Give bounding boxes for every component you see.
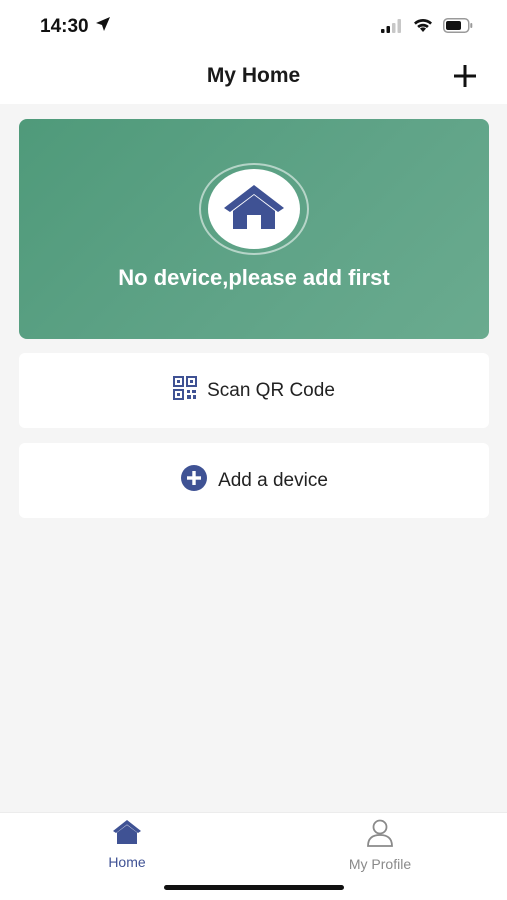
add-home-button[interactable]	[445, 58, 485, 98]
empty-state-message: No device,please add first	[118, 265, 390, 290]
tab-home-label: Home	[108, 854, 146, 870]
person-icon	[365, 819, 395, 852]
navigation-bar: My Home	[0, 56, 507, 104]
location-arrow-icon	[95, 16, 111, 38]
banner-icon-circle	[208, 169, 300, 249]
cellular-signal-icon	[381, 18, 403, 38]
status-time: 14:30	[40, 16, 89, 37]
wifi-icon	[413, 18, 433, 38]
page-title: My Home	[206, 64, 301, 87]
house-icon	[222, 183, 286, 236]
tab-home[interactable]: Home	[67, 819, 187, 875]
tab-my-profile-label: My Profile	[348, 856, 412, 872]
status-bar: 14:30	[0, 0, 507, 56]
house-icon	[112, 819, 142, 850]
battery-icon	[443, 18, 473, 38]
plus-circle-icon	[180, 464, 208, 497]
status-time-group: 14:30	[40, 16, 111, 38]
scan-qr-code-button[interactable]: Scan QR Code	[19, 353, 489, 428]
plus-icon	[453, 64, 477, 93]
empty-state-banner: No device,please add first	[19, 119, 489, 339]
scan-qr-code-label: Scan QR Code	[207, 379, 335, 401]
add-device-button[interactable]: Add a device	[19, 443, 489, 518]
tab-my-profile[interactable]: My Profile	[320, 819, 440, 875]
add-device-label: Add a device	[218, 469, 328, 491]
status-icons	[381, 18, 473, 38]
home-indicator	[164, 885, 344, 890]
qr-code-icon	[173, 376, 198, 405]
